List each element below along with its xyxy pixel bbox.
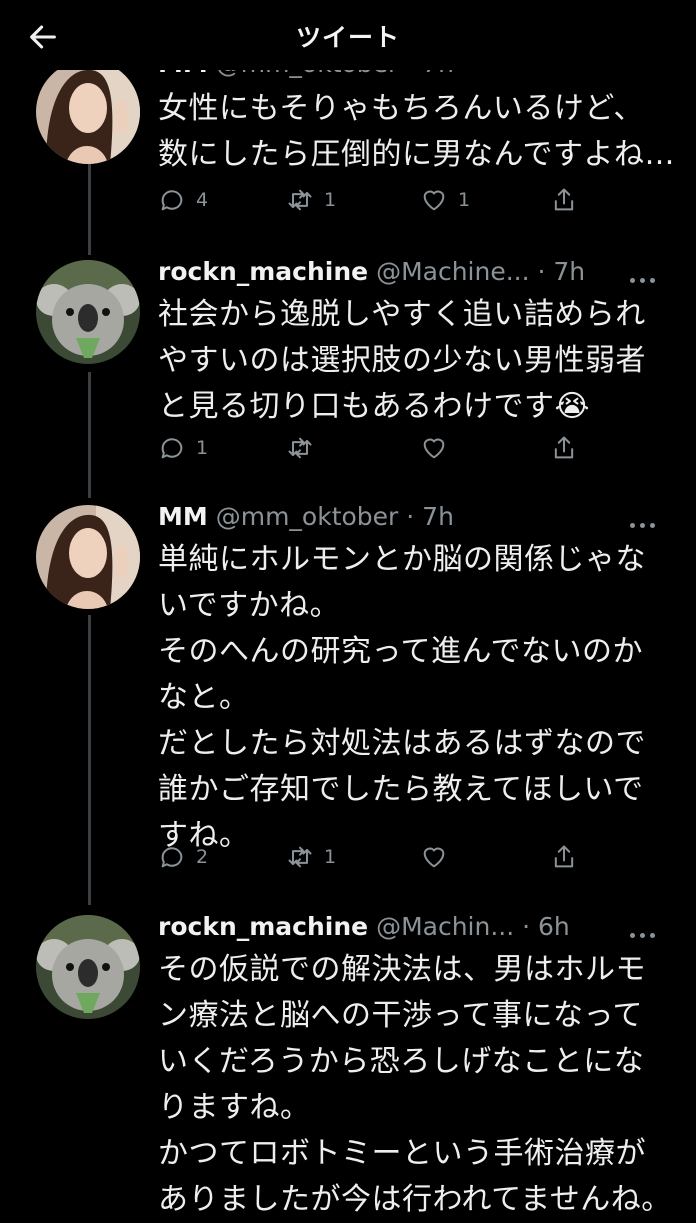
tweet-actions: 1	[158, 430, 588, 466]
retweet-icon	[288, 437, 312, 459]
retweet-icon	[288, 189, 312, 211]
reply-icon	[161, 190, 183, 211]
reply-count: 1	[196, 437, 209, 459]
handle-time: @Machin... · 6h	[376, 912, 570, 941]
share-icon	[554, 436, 574, 459]
share-icon	[554, 845, 574, 868]
share-button[interactable]	[550, 839, 578, 875]
more-options-icon[interactable]	[630, 268, 660, 283]
like-button[interactable]	[420, 430, 458, 466]
display-name[interactable]: rockn_machine	[158, 257, 368, 286]
retweet-button[interactable]	[286, 430, 324, 466]
tweet-text: 社会から逸脱しやすく追い詰められ やすいのは選択肢の少ない男性弱者 と見る切り口…	[158, 297, 646, 424]
retweet-icon	[288, 846, 312, 868]
like-button[interactable]: 1	[420, 182, 470, 218]
tweet-header: rockn_machine @Machin... · 6h	[158, 907, 570, 947]
retweet-button[interactable]: 1	[286, 182, 336, 218]
reply-button[interactable]: 4	[158, 182, 208, 218]
tweet-actions: 2 1	[158, 839, 588, 875]
reply-icon	[161, 438, 183, 459]
reply-button[interactable]: 1	[158, 430, 208, 466]
avatar-rockn-machine[interactable]	[36, 260, 140, 364]
reply-button[interactable]: 2	[158, 839, 208, 875]
more-options-icon[interactable]	[630, 513, 660, 528]
retweet-count: 1	[324, 189, 337, 211]
more-options-icon[interactable]	[630, 923, 660, 938]
tweet[interactable]: MM @mm_oktober · 7h 単純にホルモンとか脳の関係じゃな いです…	[0, 495, 696, 895]
share-button[interactable]	[550, 182, 578, 218]
retweet-count: 1	[324, 846, 337, 868]
avatar-mm[interactable]	[36, 60, 140, 164]
page-title: ツイート	[295, 23, 400, 52]
handle-time: @mm_oktober · 7h	[215, 502, 454, 531]
handle-time: @Machine... · 7h	[376, 257, 586, 286]
tweet-header: rockn_machine @Machine... · 7h	[158, 252, 585, 292]
like-button[interactable]	[420, 839, 458, 875]
reply-icon	[161, 847, 183, 868]
display-name[interactable]: MM	[158, 502, 208, 531]
top-bar: ツイート	[0, 0, 696, 70]
share-button[interactable]	[550, 430, 578, 466]
share-icon	[554, 188, 574, 211]
heart-icon	[423, 438, 445, 459]
tweet-text: その仮説での解決法は、男はホルモ ン療法と脳への干渉って事になって いくだろうか…	[158, 952, 672, 1217]
reply-count: 4	[196, 189, 209, 211]
avatar-rockn-machine[interactable]	[36, 915, 140, 1019]
heart-icon	[423, 847, 445, 868]
heart-icon	[423, 190, 445, 211]
tweet-actions: 4 1 1	[158, 182, 588, 218]
tweet-text: 女性にもそりゃもちろんいるけど、 数にしたら圧倒的に男なんですよね…	[158, 91, 675, 172]
retweet-button[interactable]: 1	[286, 839, 336, 875]
tweet[interactable]: rockn_machine @Machin... · 6h その仮説での解決法は…	[0, 905, 696, 1217]
tweet-text: 単純にホルモンとか脳の関係じゃな いですかね。 そのへんの研究って進んでないのか…	[158, 542, 646, 853]
tweet-header: MM @mm_oktober · 7h	[158, 497, 454, 537]
display-name[interactable]: rockn_machine	[158, 912, 368, 941]
avatar-mm[interactable]	[36, 505, 140, 609]
reply-count: 2	[196, 846, 209, 868]
tweet[interactable]: rockn_machine @Machine... · 7h 社会から逸脱しやす…	[0, 250, 696, 480]
like-count: 1	[458, 189, 471, 211]
